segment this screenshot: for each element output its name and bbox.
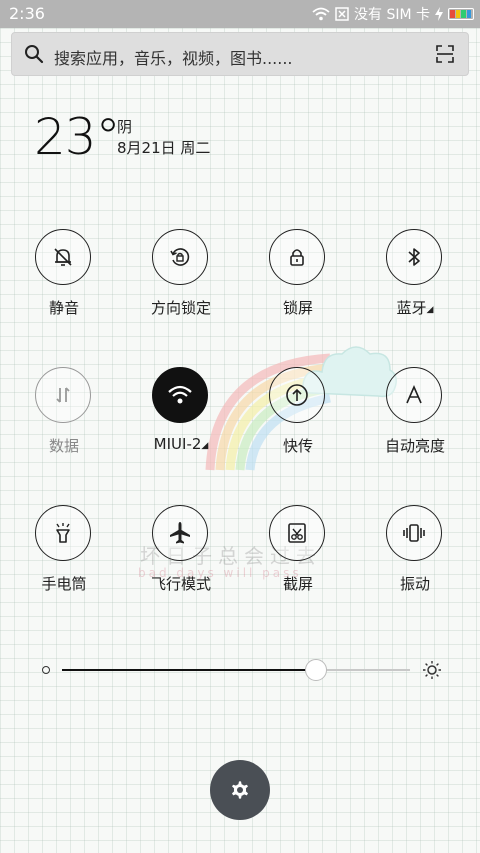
toggle-label: 飞行模式 [150,575,211,593]
toggle-data-button[interactable] [35,367,91,423]
bell-off-icon [54,248,72,266]
toggle-airplane-button[interactable] [152,505,208,561]
toggle-mute[interactable]: 静音 [14,229,114,339]
status-bar: 2:36 没有 SIM 卡 [0,0,480,28]
toggle-vibrate[interactable]: 振动 [365,505,465,615]
status-time: 2:36 [9,4,45,23]
brightness-slider[interactable] [38,655,444,685]
toggle-quick-transfer[interactable]: 快传 [248,367,348,477]
toggle-flashlight-button[interactable] [35,505,91,561]
toggle-quick-transfer-button[interactable] [269,367,325,423]
toggle-label: 快传 [282,437,313,455]
toggle-bluetooth[interactable]: 蓝牙◢ [365,229,465,339]
toggle-wifi[interactable]: MIUI-2◢ [131,367,231,477]
toggle-screenshot[interactable]: 截屏 [248,505,348,615]
search-bar[interactable]: 搜索应用，音乐，视频，图书...... [11,32,469,76]
toggle-label: 锁屏 [282,299,313,317]
wifi-status-icon [312,7,330,21]
toggle-wifi-button[interactable] [152,367,208,423]
toggle-lock-screen[interactable]: 锁屏 [248,229,348,339]
search-placeholder[interactable]: 搜索应用，音乐，视频，图书...... [54,45,293,69]
charging-icon [435,7,443,21]
weather-condition: 阴 [117,118,133,136]
carrier-text: 没有 SIM 卡 [354,7,430,23]
toggle-bluetooth-button[interactable] [386,229,442,285]
more-caret-icon: ◢ [201,441,209,451]
settings-button[interactable] [210,760,270,820]
brightness-high-icon [423,661,441,679]
toggle-vibrate-button[interactable] [386,505,442,561]
battery-segment [461,10,466,18]
toggle-label: 自动亮度 [384,437,445,455]
status-icons: 没有 SIM 卡 [312,4,474,24]
battery-segment [466,10,471,18]
vibrate-icon [403,524,425,542]
brightness-low-icon [42,666,50,674]
airplane-icon [170,522,190,544]
toggle-label: 振动 [399,575,430,593]
toggle-label: 截屏 [282,575,313,593]
battery-icon [448,8,474,20]
brightness-track[interactable] [62,659,410,681]
flashlight-icon [56,523,70,543]
more-caret-icon: ◢ [426,305,434,315]
toggle-label: 静音 [48,299,79,317]
transfer-icon [286,384,308,406]
scan-icon[interactable] [436,45,454,63]
toggle-mute-button[interactable] [35,229,91,285]
toggle-screenshot-button[interactable] [269,505,325,561]
toggle-lock-screen-button[interactable] [269,229,325,285]
toggle-label: 方向锁定 [150,299,211,317]
toggle-label: 手电筒 [41,575,87,593]
no-sim-icon [335,7,349,21]
weather-temperature: 23° [34,108,121,166]
mobile-data-icon [56,387,70,403]
toggle-label: 蓝牙◢ [396,299,434,317]
toggle-auto-brightness-button[interactable] [386,367,442,423]
battery-segment [450,10,455,18]
battery-segment [455,10,460,18]
toggle-label: MIUI-2◢ [153,435,209,453]
search-icon [25,45,44,64]
toggle-rotation-lock-button[interactable] [152,229,208,285]
brightness-thumb[interactable] [305,659,328,681]
lock-icon [290,249,304,266]
toggle-rotation-lock[interactable]: 方向锁定 [131,229,231,339]
auto-brightness-icon [406,385,422,404]
brightness-fill [62,669,317,671]
toggle-data[interactable]: 数据 [14,367,114,477]
toggle-auto-brightness[interactable]: 自动亮度 [365,367,465,477]
toggle-flashlight[interactable]: 手电筒 [14,505,114,615]
weather-date: 8月21日 周二 [117,139,211,157]
screenshot-icon [288,523,306,543]
toggle-airplane[interactable]: 飞行模式 [131,505,231,615]
toggle-label: 数据 [48,437,79,455]
bluetooth-icon [408,248,420,266]
wifi-icon [168,385,192,404]
gear-icon [232,781,248,799]
rotation-lock-icon [170,248,190,266]
